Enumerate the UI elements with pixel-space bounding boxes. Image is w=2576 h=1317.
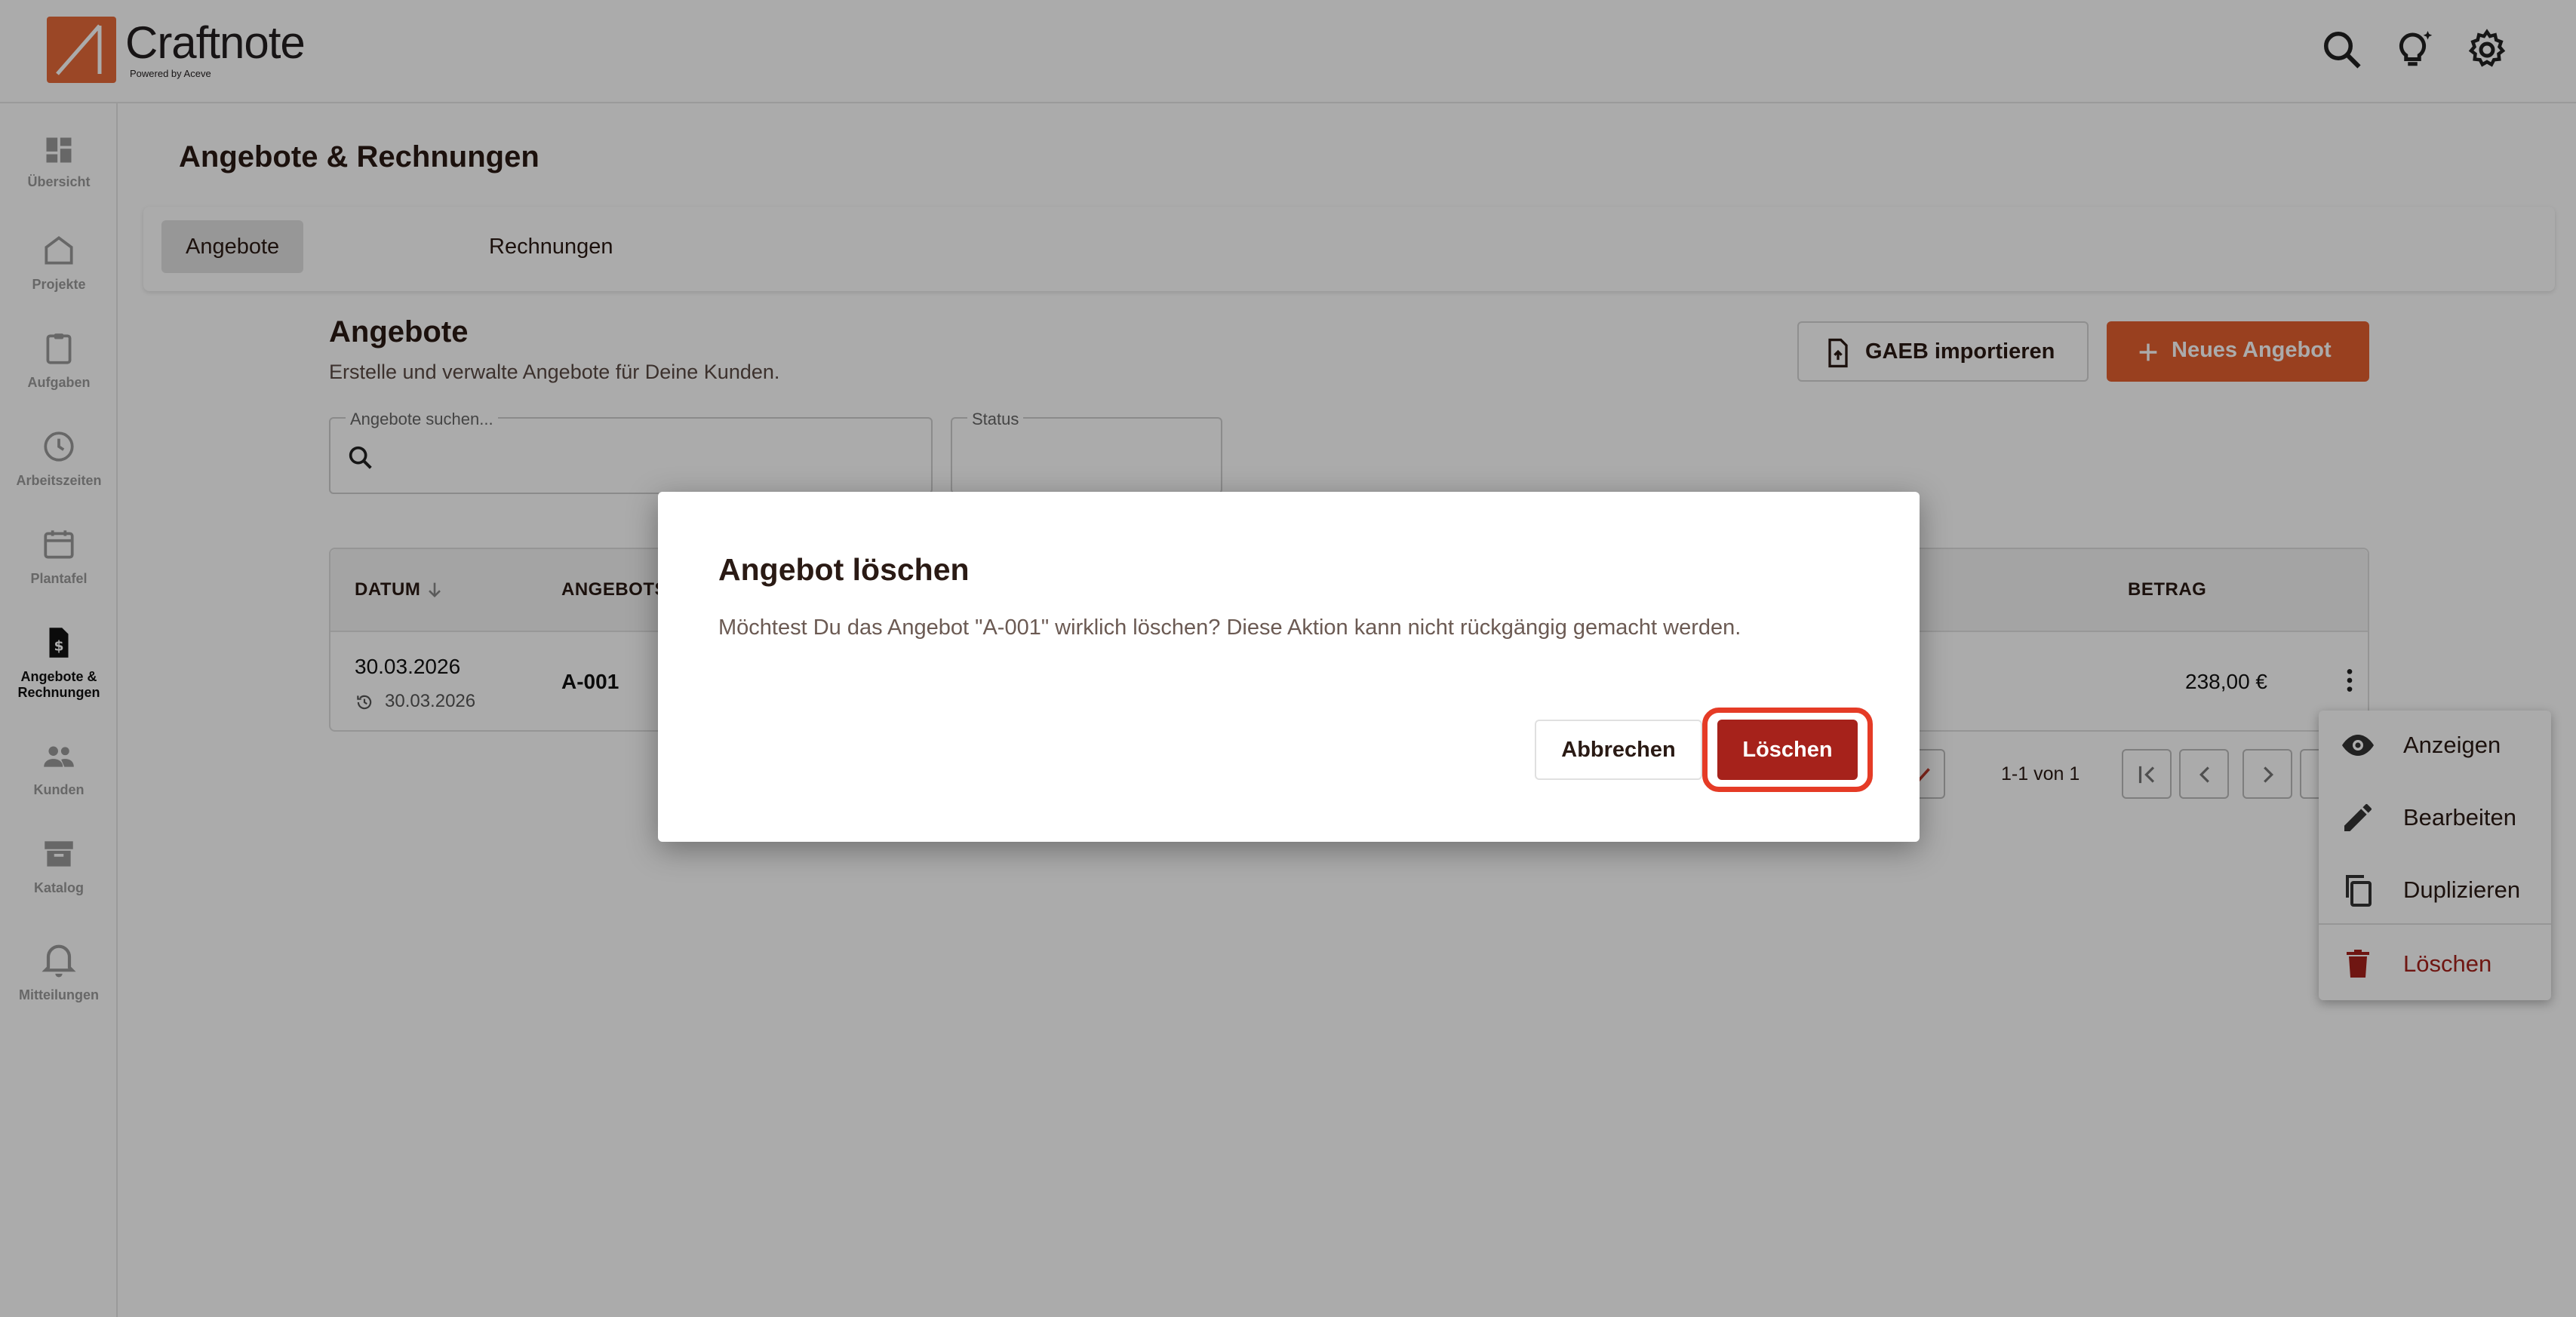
confirm-delete-button[interactable]: Löschen	[1717, 720, 1858, 780]
dialog-title: Angebot löschen	[718, 552, 970, 587]
cancel-button[interactable]: Abbrechen	[1535, 720, 1702, 780]
dialog-message: Möchtest Du das Angebot "A-001" wirklich…	[718, 616, 1741, 640]
delete-confirm-dialog: Angebot löschen Möchtest Du das Angebot …	[658, 492, 1920, 842]
